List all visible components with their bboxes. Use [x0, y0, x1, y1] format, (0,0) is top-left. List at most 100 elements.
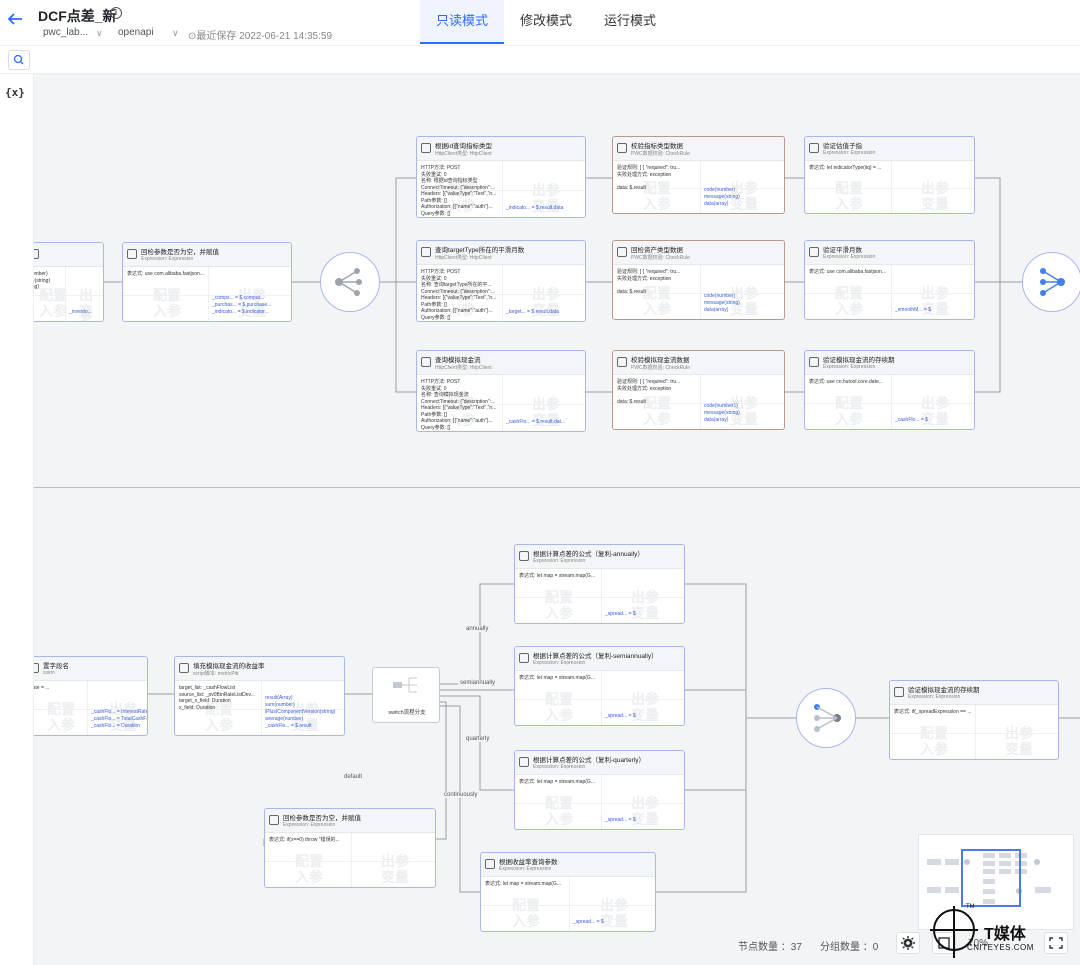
node-variable-tag: _cashFlo... = $	[895, 417, 928, 423]
flow-node[interactable]: 根据计算点差的公式（复利-quarterly） Expression: Expre…	[514, 750, 685, 830]
node-type-icon	[485, 859, 495, 869]
node-variable-tag: data(array)	[704, 417, 729, 423]
section-input: 入参	[47, 717, 75, 733]
section-input: 入参	[643, 301, 671, 317]
flow-node[interactable]: 根据计算点差的公式（复利-semiannually） Expression: Ex…	[514, 646, 685, 726]
node-config-line: 表达式: if(x==0) throw "错误的...	[269, 837, 340, 843]
flow-node[interactable]: 根据计算点差的公式（复利-annually） Expression: Expres…	[514, 544, 685, 624]
edge-label-semiannually: semiannually	[458, 680, 498, 686]
node-variable-tag: _spread... = $	[573, 919, 604, 925]
edge-label-annually: annually	[464, 626, 491, 632]
node-title: 校验模拟现金流数据	[631, 357, 690, 364]
search-button[interactable]	[8, 50, 30, 70]
node-variable-tag: message(string)	[704, 410, 740, 416]
watermark-sub: CNITEYES.COM	[967, 943, 1034, 952]
section-input: 入参	[545, 707, 573, 723]
back-arrow-icon[interactable]	[6, 10, 24, 28]
node-subtitle: HttpClient类型: HttpClient	[435, 365, 492, 371]
flow-node[interactable]: 查询模拟现金流 HttpClient类型: HttpClient 配置 出参 入参 变量 H…	[416, 350, 586, 432]
branch-merge-node[interactable]	[796, 688, 856, 748]
project-selector[interactable]: pwc_lab...	[43, 27, 88, 38]
flow-node[interactable]: 回检参数是否为空，并赋值 Expression: Expression 配置 出参 入参…	[122, 242, 292, 322]
variables-icon[interactable]: {x}	[5, 86, 25, 99]
node-variable-tag: _cashFlo... = $.result.dat...	[506, 419, 566, 425]
flow-node[interactable]: 验证平滑月数 Expression: Expression 配置 出参 入参 变量 表达式:…	[804, 240, 975, 320]
flow-node[interactable]: 配置出参入参变量number)ge(string)ring)_investo..…	[34, 242, 104, 322]
flow-node[interactable]: 回检资产类型数据 PWC数据校验: CheckRule 配置 出参 入参 变量 验证规则: …	[612, 240, 785, 320]
flow-node[interactable]: 校验模拟现金流数据 PWC数据校验: CheckRule 配置 出参 入参 变量 验证规则:…	[612, 350, 785, 430]
node-subtitle: Expression: Expression	[823, 150, 876, 156]
flow-node[interactable]: 查询targetType所在的平滑月数 HttpClient类型: HttpCli…	[416, 240, 586, 322]
minimap-viewport[interactable]	[961, 849, 1021, 907]
flow-node[interactable]: 置字段名ssion配置出参入参变量Rate = ..._cashFlo... =…	[34, 656, 148, 736]
node-variable-tag: _smoothM... = $	[895, 307, 931, 313]
flow-node[interactable]: 填充模拟现金流的收益率 script脚本: metricPitt 配置 出参 入参 变量 t…	[174, 656, 345, 736]
tab-edit[interactable]: 修改模式	[504, 0, 588, 44]
chevron-down-icon[interactable]: ∨	[172, 28, 179, 39]
node-variable-tag: _spread... = $	[605, 713, 636, 719]
node-subtitle: script脚本: metricPitt	[193, 671, 239, 677]
flow-node[interactable]: 验证估值子指 Expression: Expression 配置 出参 入参 变量 表达式:…	[804, 136, 975, 214]
node-config: 表达式: let map = stream.map(G...	[515, 775, 684, 790]
node-variable-tag: message(string)	[704, 300, 740, 306]
node-type-icon	[617, 357, 627, 367]
node-title: 查询模拟现金流	[435, 357, 481, 364]
flow-canvas[interactable]: 配置出参入参变量number)ge(string)ring)_investo..…	[34, 74, 1080, 965]
env-selector[interactable]: openapi	[118, 27, 154, 38]
parallel-join-node[interactable]	[1022, 252, 1080, 312]
node-variable-tag: _purchas... = $.purchase...	[212, 302, 272, 308]
node-config-line: 表达式: use cn.hutool.core.date...	[809, 379, 883, 385]
node-subtitle: Expression: Expression	[533, 558, 586, 564]
node-config-line: 表达式: let map = stream.map(G...	[485, 881, 561, 887]
node-type-icon	[421, 247, 431, 257]
edge-label-default: default	[342, 774, 365, 780]
node-variable-tag: _indicato... = $.result.data	[506, 205, 564, 211]
section-input: 入参	[835, 196, 863, 212]
node-grid-line	[805, 403, 974, 404]
section-input: 入参	[545, 605, 573, 621]
watermark-tm: TM	[966, 904, 975, 910]
flow-node[interactable]: 校验指标类型数据 PWC数据校验: CheckRule 配置 出参 入参 变量 验证规则: …	[612, 136, 785, 214]
chevron-down-icon[interactable]: ∨	[96, 28, 103, 39]
flow-node[interactable]: 验证模拟现金流的存续期 Expression: Expression 配置 出参 入参变…	[889, 680, 1059, 760]
node-header	[34, 243, 103, 267]
node-type-icon	[519, 757, 529, 767]
node-config: number)ge(string)ring)	[34, 267, 103, 295]
node-config: Rate = ...	[34, 681, 147, 696]
parallel-split-node[interactable]	[320, 252, 380, 312]
node-header: 验证平滑月数 Expression: Expression	[805, 241, 974, 265]
node-count: 节点数量 ：37	[738, 942, 802, 953]
node-title: 根据计算点差的公式（复利-quarterly）	[533, 757, 645, 764]
node-variable-tag: code(number)	[704, 187, 736, 193]
watermark-brand: T媒体	[984, 926, 1026, 943]
node-subtitle: HttpClient类型: HttpClient	[435, 255, 492, 261]
node-header: 回检参数是否为空，并赋值 Expression: Expression	[123, 243, 291, 267]
node-header: 验证模拟现金流的存续期 Expression: Expression	[890, 681, 1058, 705]
node-variable-tag: result(Array)	[265, 695, 293, 701]
section-input: 入参	[205, 717, 233, 733]
settings-button[interactable]	[896, 932, 920, 954]
node-config-line: 表达式: let map = stream.map(G...	[519, 675, 595, 681]
flow-node[interactable]: 验证模拟现金流的存续期 Expression: Expression 配置 出参 入参变…	[804, 350, 975, 430]
node-type-icon	[519, 653, 529, 663]
tab-run[interactable]: 运行模式	[588, 0, 672, 44]
node-config-line: Query参数: []	[421, 424, 451, 431]
gear-icon	[901, 936, 915, 950]
node-type-icon	[34, 663, 39, 673]
node-config: 验证规则: [ { "required": tru... 失败处理方式: exce…	[613, 161, 784, 195]
section-input: 入参	[39, 303, 67, 319]
node-config-line: 表达式: let map = stream.map(G...	[519, 779, 595, 785]
node-title: 验证模拟现金流的存续期	[823, 357, 895, 364]
group-count: 分组数量 ：0	[820, 942, 879, 953]
node-header: 查询targetType所在的平滑月数 HttpClient类型: HttpCli…	[417, 241, 585, 265]
info-icon[interactable]: i	[110, 7, 122, 19]
switch-branch-node[interactable]: switch流程分支	[372, 667, 440, 723]
flow-node[interactable]: 回检参数是否为空，并赋值 Expression: Expression 配置 出参 入参…	[264, 808, 436, 888]
tab-readonly[interactable]: 只读模式	[420, 0, 505, 44]
flow-node[interactable]: 根据id查询指标类型 HttpClient类型: HttpClient 配置 出参 入参…	[416, 136, 586, 218]
node-subtitle: Expression: Expression	[499, 866, 552, 872]
node-variable-tag: data(array)	[704, 307, 729, 313]
flow-node[interactable]: 根据收益率查询参数 Expression: Expression 配置 出参 入参 变量表…	[480, 852, 656, 932]
join-icon	[1040, 268, 1065, 296]
toolbar	[0, 46, 1080, 74]
